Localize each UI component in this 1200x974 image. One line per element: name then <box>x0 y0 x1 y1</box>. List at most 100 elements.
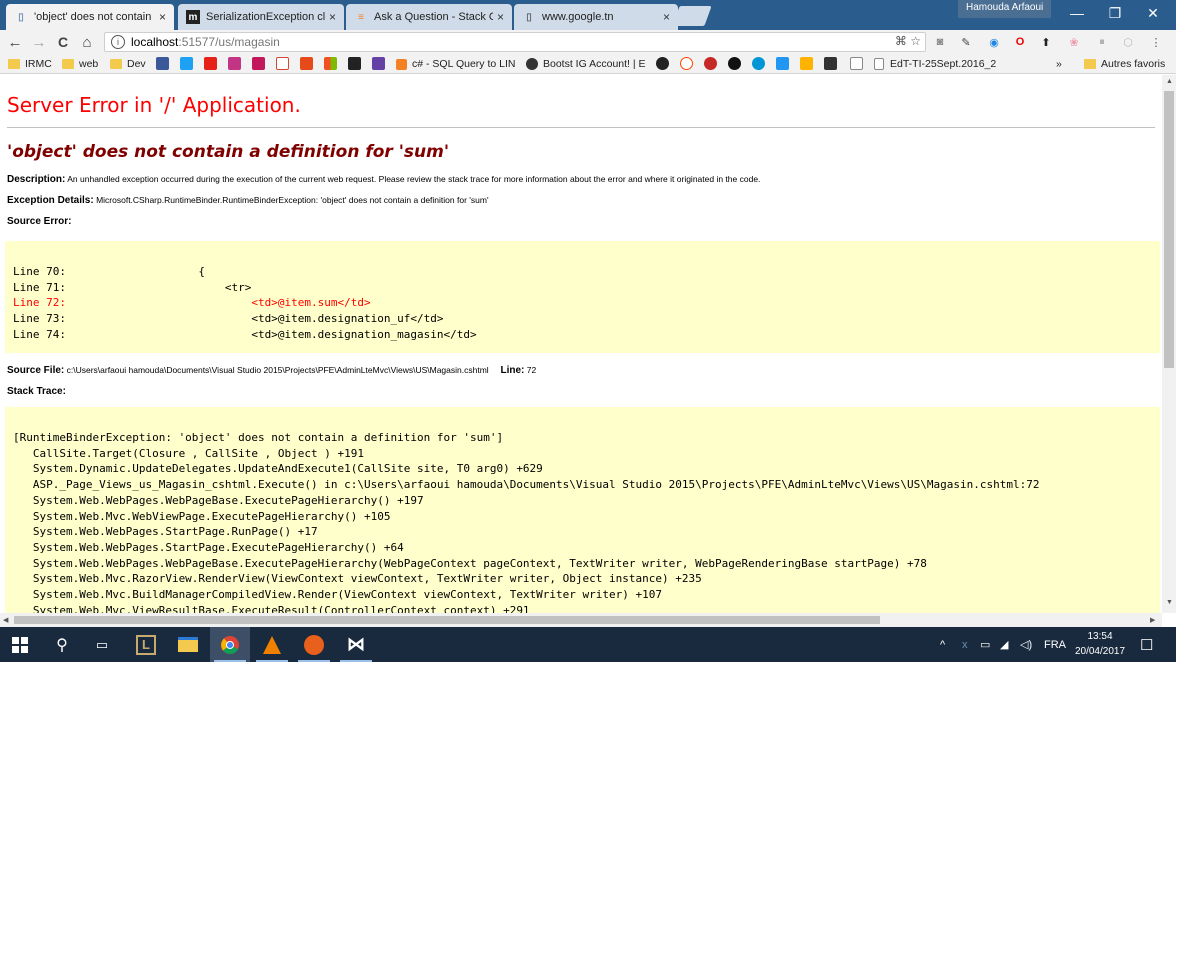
description-label: Description: <box>7 174 66 185</box>
bookmark-icon[interactable] <box>824 57 837 70</box>
vertical-scrollbar[interactable]: ▲ ▼ <box>1162 75 1176 613</box>
bookmark-label: c# - SQL Query to LIN <box>412 58 516 70</box>
menu-icon[interactable]: ⋮ <box>1148 34 1164 50</box>
description-text: An unhandled exception occurred during t… <box>67 174 761 184</box>
info-icon[interactable]: i <box>111 35 125 49</box>
clock[interactable]: 13:54 20/04/2017 <box>1070 629 1130 659</box>
scroll-left-icon[interactable]: ◀ <box>3 616 8 624</box>
bookmark-web[interactable]: web <box>62 57 98 71</box>
youtube-icon[interactable] <box>204 57 217 70</box>
volume-icon[interactable]: ◁) <box>1020 627 1032 662</box>
clock-date: 20/04/2017 <box>1074 646 1126 657</box>
close-icon[interactable]: × <box>663 10 670 24</box>
error-page: Server Error in '/' Application. 'object… <box>5 93 1160 613</box>
translate-and-star-icons[interactable]: ⌘ ☆ <box>895 34 921 48</box>
tray-app-icon[interactable]: x <box>962 627 968 662</box>
extension-icon[interactable]: ◉ <box>986 34 1002 50</box>
facebook-icon[interactable] <box>156 57 169 70</box>
reload-button[interactable]: C <box>54 33 72 51</box>
bookmarks-more-button[interactable]: » <box>1056 57 1062 71</box>
source-line: Line 73: <td>@item.designation_uf</td> <box>13 311 1152 327</box>
battery-icon[interactable]: ▭ <box>980 627 990 662</box>
source-file-label: Source File: <box>7 365 65 376</box>
twitch-icon[interactable] <box>372 57 385 70</box>
stack-trace-line: [RuntimeBinderException: 'object' does n… <box>13 431 504 444</box>
tab-google[interactable]: ▯ www.google.tn × <box>514 4 678 30</box>
gmail-icon[interactable] <box>276 57 289 70</box>
league-of-legends-icon[interactable]: L <box>126 627 166 662</box>
maximize-button[interactable]: ❐ <box>1096 0 1134 26</box>
pin-icon[interactable]: ⬆ <box>1038 34 1054 50</box>
new-tab-button[interactable] <box>672 6 712 26</box>
horizontal-scroll-thumb[interactable] <box>14 616 880 624</box>
bookmark-edt[interactable]: EdT-TI-25Sept.2016_2 <box>874 57 996 71</box>
language-indicator[interactable]: FRA <box>1044 627 1066 662</box>
bookmark-icon[interactable] <box>728 57 741 70</box>
app-icon[interactable] <box>294 627 334 662</box>
bookmark-bootst[interactable]: Bootst IG Account! | E <box>526 57 646 71</box>
camera-icon[interactable]: ◙ <box>932 34 948 50</box>
tab-title: 'object' does not contain <box>34 11 152 23</box>
bookmark-dev[interactable]: Dev <box>110 57 146 71</box>
bookmark-icon[interactable] <box>776 57 789 70</box>
windows-start-icon[interactable] <box>0 627 40 662</box>
close-window-button[interactable]: ✕ <box>1134 0 1172 26</box>
page-icon <box>874 58 884 70</box>
vlc-icon[interactable] <box>252 627 292 662</box>
minimize-button[interactable]: — <box>1058 0 1096 26</box>
line-code: <tr> <box>65 280 252 294</box>
search-icon[interactable]: ⚲ <box>42 627 82 662</box>
bookmark-icon[interactable] <box>704 57 717 70</box>
bookmark-icon[interactable] <box>300 57 313 70</box>
home-button[interactable]: ⌂ <box>78 33 96 51</box>
close-icon[interactable]: × <box>497 10 504 24</box>
page-icon[interactable] <box>850 57 863 70</box>
bookmark-icon[interactable] <box>252 57 265 70</box>
bookmark-label: EdT-TI-25Sept.2016_2 <box>890 58 997 70</box>
tab-title: www.google.tn <box>542 11 614 23</box>
file-explorer-icon[interactable] <box>168 627 208 662</box>
stackoverflow-icon: ≡ <box>358 11 364 23</box>
stack-trace-line: System.Web.WebPages.WebPageBase.ExecuteP… <box>13 493 424 507</box>
tab-stackoverflow[interactable]: ≡ Ask a Question - Stack O × <box>346 4 512 30</box>
windows-taskbar: ⚲ ▭ L ⋈ ^ x ▭ ◢ ◁) FRA 13:54 20/04/2017 … <box>0 627 1176 662</box>
forward-button[interactable]: → <box>30 33 48 51</box>
reddit-icon[interactable] <box>680 57 693 70</box>
tab-title: SerializationException cla <box>206 11 325 23</box>
back-button[interactable]: ← <box>6 33 24 51</box>
extension-icon[interactable]: ⬡ <box>1120 34 1136 50</box>
opera-icon[interactable]: O <box>1012 34 1028 50</box>
show-hidden-icons-button[interactable]: ^ <box>940 627 945 662</box>
vertical-scroll-thumb[interactable] <box>1164 91 1174 368</box>
close-icon[interactable]: × <box>159 10 166 24</box>
instagram-icon[interactable] <box>228 57 241 70</box>
horizontal-scrollbar[interactable]: ◀ ▶ <box>0 613 1162 627</box>
bookmark-icon[interactable] <box>656 57 669 70</box>
scroll-up-icon[interactable]: ▲ <box>1166 78 1173 85</box>
eyedropper-icon[interactable]: ✎ <box>958 34 974 50</box>
bookmark-label: IRMC <box>25 58 52 70</box>
bookmark-autres-favoris[interactable]: Autres favoris <box>1084 57 1165 71</box>
scroll-down-icon[interactable]: ▼ <box>1166 599 1173 606</box>
chrome-icon[interactable] <box>210 627 250 662</box>
bookmark-sql-query[interactable]: c# - SQL Query to LIN <box>396 57 515 71</box>
tab-object-error[interactable]: ▯ 'object' does not contain × <box>6 4 174 30</box>
microsoft-icon[interactable] <box>324 57 337 70</box>
pause-icon[interactable]: ⏸ <box>1094 34 1110 50</box>
user-profile-badge[interactable]: Hamouda Arfaoui <box>958 0 1052 18</box>
bookmark-irmc[interactable]: IRMC <box>8 57 52 71</box>
twitter-icon[interactable] <box>180 57 193 70</box>
hp-icon[interactable] <box>752 57 765 70</box>
visual-studio-icon[interactable]: ⋈ <box>336 627 376 662</box>
scroll-right-icon[interactable]: ▶ <box>1150 616 1155 624</box>
notification-center-icon[interactable]: ☐ <box>1140 627 1153 662</box>
address-bar[interactable]: i localhost:51577/us/magasin ⌘ ☆ <box>104 32 926 52</box>
tab-serialization[interactable]: m SerializationException cla × <box>178 4 344 30</box>
wifi-icon[interactable]: ◢ <box>1000 627 1008 662</box>
skill-icon[interactable] <box>348 57 361 70</box>
close-icon[interactable]: × <box>329 10 336 24</box>
task-view-icon[interactable]: ▭ <box>82 627 122 662</box>
folder-icon <box>62 59 74 69</box>
bookmark-icon[interactable] <box>800 57 813 70</box>
extension-icon[interactable]: ❀ <box>1066 34 1082 50</box>
